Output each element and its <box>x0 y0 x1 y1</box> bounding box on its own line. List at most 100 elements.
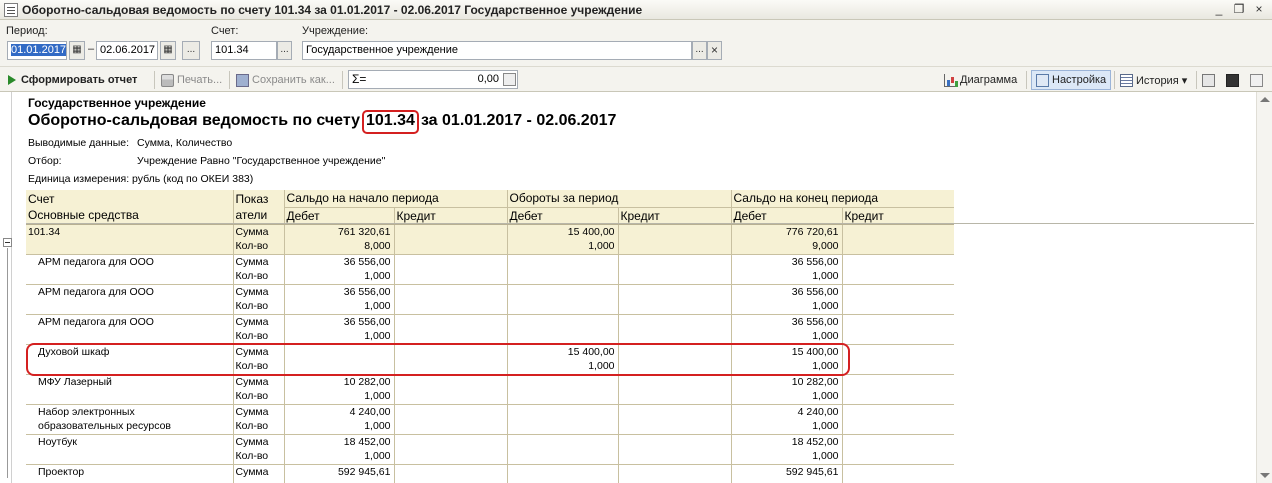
row-value-cell[interactable] <box>617 239 731 254</box>
date-from-field[interactable]: 01.01.2017 <box>7 41 67 60</box>
report-spreadsheet[interactable]: Государственное учреждение Оборотно-саль… <box>0 92 1272 483</box>
row-value-cell[interactable]: 8,000 <box>283 239 394 254</box>
row-value-cell[interactable]: 592 945,61 <box>283 463 394 479</box>
row-value-cell[interactable] <box>393 359 507 374</box>
org-clear-icon[interactable]: × <box>707 41 722 60</box>
row-value-cell[interactable] <box>506 253 618 269</box>
row-value-cell[interactable] <box>617 479 731 483</box>
row-value-cell[interactable] <box>393 389 507 404</box>
row-value-cell[interactable] <box>617 313 731 329</box>
row-value-cell[interactable] <box>841 479 954 483</box>
row-value-cell[interactable] <box>393 269 507 284</box>
row-value-cell[interactable] <box>841 373 954 389</box>
row-value-cell[interactable] <box>841 299 954 314</box>
row-value-cell[interactable] <box>393 329 507 344</box>
row-value-cell[interactable]: 592 945,61 <box>730 463 842 479</box>
row-value-cell[interactable] <box>393 449 507 464</box>
export-button[interactable] <box>1202 71 1218 89</box>
row-value-cell[interactable] <box>393 299 507 314</box>
row-value-cell[interactable]: 36 556,00 <box>730 283 842 299</box>
row-value-cell[interactable] <box>393 479 507 483</box>
row-value-cell[interactable] <box>506 463 618 479</box>
row-value-cell[interactable]: 18 452,00 <box>283 433 394 449</box>
row-value-cell[interactable]: 1,000 <box>283 299 394 314</box>
save-settings-button[interactable] <box>1226 71 1242 89</box>
account-select-button[interactable]: ... <box>277 41 292 60</box>
row-value-cell[interactable] <box>617 419 731 434</box>
row-value-cell[interactable] <box>617 433 731 449</box>
row-value-cell[interactable]: 1,000 <box>283 449 394 464</box>
row-value-cell[interactable] <box>617 223 731 239</box>
row-value-cell[interactable]: 15 400,00 <box>506 343 618 359</box>
scroll-up-icon[interactable] <box>1260 97 1270 102</box>
row-value-cell[interactable] <box>617 283 731 299</box>
row-value-cell[interactable] <box>841 313 954 329</box>
row-value-cell[interactable] <box>841 359 954 374</box>
row-value-cell[interactable] <box>841 389 954 404</box>
row-value-cell[interactable] <box>393 239 507 254</box>
vertical-scrollbar[interactable] <box>1256 92 1272 483</box>
row-value-cell[interactable] <box>393 223 507 239</box>
row-value-cell[interactable] <box>841 269 954 284</box>
row-value-cell[interactable]: 15 400,00 <box>506 223 618 239</box>
row-value-cell[interactable] <box>283 359 394 374</box>
row-value-cell[interactable] <box>841 343 954 359</box>
row-value-cell[interactable] <box>841 283 954 299</box>
minimize-icon[interactable]: _ <box>1212 3 1226 17</box>
row-value-cell[interactable] <box>506 269 618 284</box>
row-value-cell[interactable] <box>283 343 394 359</box>
row-value-cell[interactable]: 1,000 <box>730 329 842 344</box>
row-value-cell[interactable]: 1,000 <box>506 239 618 254</box>
scroll-down-icon[interactable] <box>1260 473 1270 478</box>
row-value-cell[interactable] <box>617 449 731 464</box>
row-value-cell[interactable]: 761 320,61 <box>283 223 394 239</box>
row-value-cell[interactable] <box>617 253 731 269</box>
row-value-cell[interactable] <box>393 403 507 419</box>
row-value-cell[interactable]: 9,000 <box>730 239 842 254</box>
row-value-cell[interactable] <box>393 373 507 389</box>
account-field[interactable]: 101.34 <box>211 41 277 60</box>
row-value-cell[interactable] <box>506 433 618 449</box>
row-value-cell[interactable] <box>506 313 618 329</box>
row-value-cell[interactable] <box>506 373 618 389</box>
row-value-cell[interactable] <box>617 269 731 284</box>
row-value-cell[interactable]: 1,000 <box>283 329 394 344</box>
row-value-cell[interactable]: 1,000 <box>283 479 394 483</box>
row-value-cell[interactable] <box>393 313 507 329</box>
row-value-cell[interactable]: 36 556,00 <box>730 313 842 329</box>
date-to-field[interactable]: 02.06.2017 <box>96 41 158 60</box>
row-value-cell[interactable] <box>841 223 954 239</box>
row-value-cell[interactable]: 1,000 <box>730 419 842 434</box>
settings-button[interactable]: Настройка <box>1031 70 1112 90</box>
row-value-cell[interactable]: 1,000 <box>730 359 842 374</box>
print-button[interactable]: Печать... <box>161 71 222 89</box>
org-select-button[interactable]: ... <box>692 41 707 60</box>
row-value-cell[interactable] <box>506 403 618 419</box>
row-value-cell[interactable]: 1,000 <box>730 479 842 483</box>
row-value-cell[interactable]: 15 400,00 <box>730 343 842 359</box>
calendar-to-icon[interactable]: ▦ <box>160 41 176 60</box>
row-value-cell[interactable]: 1,000 <box>730 389 842 404</box>
row-value-cell[interactable]: 4 240,00 <box>730 403 842 419</box>
row-value-cell[interactable] <box>393 419 507 434</box>
row-value-cell[interactable] <box>393 463 507 479</box>
history-button[interactable]: История ▾ <box>1120 71 1187 89</box>
row-value-cell[interactable] <box>506 329 618 344</box>
row-value-cell[interactable] <box>617 389 731 404</box>
org-field[interactable]: Государственное учреждение <box>302 41 692 60</box>
row-value-cell[interactable] <box>393 283 507 299</box>
row-value-cell[interactable]: 36 556,00 <box>283 253 394 269</box>
row-value-cell[interactable] <box>617 463 731 479</box>
row-value-cell[interactable] <box>506 299 618 314</box>
sum-field[interactable]: Σ= 0,00 <box>348 70 518 89</box>
calculator-icon[interactable] <box>503 73 516 86</box>
row-value-cell[interactable]: 1,000 <box>730 269 842 284</box>
row-value-cell[interactable] <box>841 329 954 344</box>
row-value-cell[interactable]: 4 240,00 <box>283 403 394 419</box>
row-value-cell[interactable]: 776 720,61 <box>730 223 842 239</box>
row-value-cell[interactable]: 10 282,00 <box>283 373 394 389</box>
row-value-cell[interactable]: 1,000 <box>730 299 842 314</box>
row-value-cell[interactable] <box>393 433 507 449</box>
collapse-group-icon[interactable] <box>3 238 12 247</box>
generate-report-button[interactable]: Сформировать отчет <box>8 71 137 89</box>
